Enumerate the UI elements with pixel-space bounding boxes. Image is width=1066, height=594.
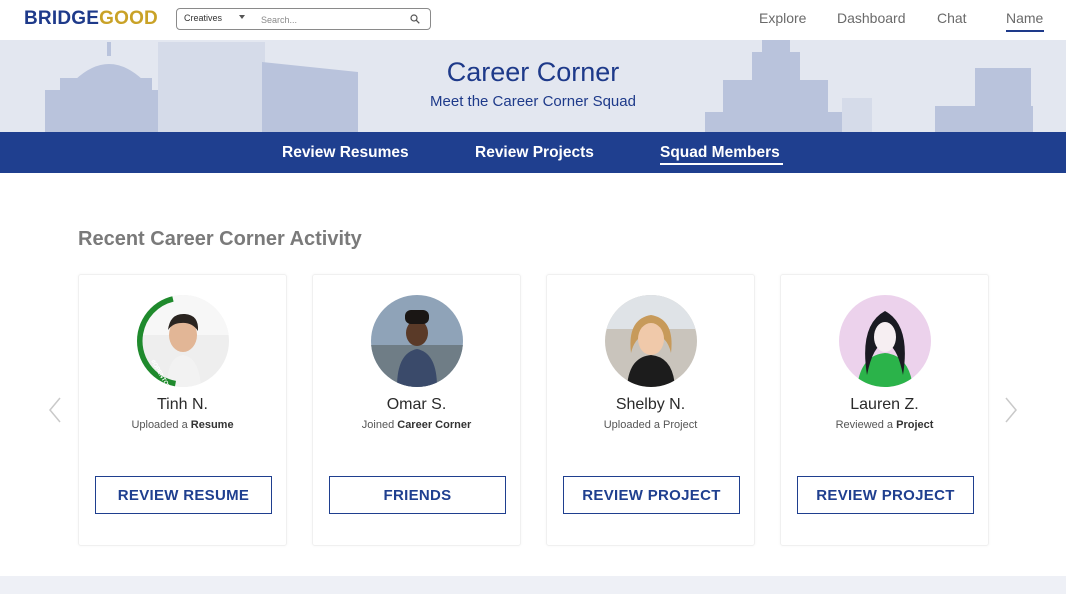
activity-target: Career Corner	[397, 419, 472, 431]
bridgegood-logo[interactable]: BRIDGEGOOD	[24, 8, 158, 30]
search-input[interactable]	[261, 12, 401, 27]
review-project-button[interactable]: REVIEW PROJECT	[797, 476, 974, 514]
hero-title: Career Corner	[446, 57, 620, 87]
hero-banner: Career Corner Meet the Career Corner Squ…	[0, 40, 1066, 132]
section-title: Recent Career Corner Activity	[78, 228, 362, 250]
review-project-button[interactable]: REVIEW PROJECT	[563, 476, 740, 514]
activity-text: Reviewed a	[835, 419, 897, 431]
activity-card: Shelby N. Uploaded a Project REVIEW PROJ…	[546, 274, 755, 546]
activity-card: #OPENTOWORK Tinh N. Uploaded a Resume RE…	[78, 274, 287, 546]
member-name: Lauren Z.	[850, 396, 919, 413]
avatar[interactable]	[839, 295, 931, 387]
nav-dashboard[interactable]: Dashboard	[837, 10, 906, 26]
member-activity: Uploaded a Resume	[79, 419, 286, 431]
friends-button[interactable]: FRIENDS	[329, 476, 506, 514]
footer-band	[0, 576, 1066, 594]
member-name: Shelby N.	[615, 396, 686, 413]
member-activity: Reviewed a Project	[781, 419, 988, 431]
member-activity: Joined Career Corner	[313, 419, 520, 431]
chevron-left-icon[interactable]	[48, 396, 62, 424]
avatar[interactable]: #OPENTOWORK	[137, 295, 229, 387]
section-tabs: Review Resumes Review Projects Squad Mem…	[0, 132, 1066, 173]
tab-review-resumes[interactable]: Review Resumes	[282, 144, 409, 162]
activity-target: Resume	[190, 419, 234, 431]
hero-subtitle: Meet the Career Corner Squad	[430, 93, 636, 110]
member-name: Omar S.	[386, 396, 447, 413]
activity-text: Uploaded a Project	[603, 419, 698, 431]
caret-down-icon[interactable]	[239, 15, 245, 19]
nav-name[interactable]: Name	[1006, 10, 1043, 26]
activity-text: Joined	[361, 419, 398, 431]
activity-target: Project	[896, 419, 934, 431]
search-category-select[interactable]: Creatives	[184, 13, 222, 23]
nav-active-underline	[1006, 30, 1044, 32]
logo-part-good: GOOD	[99, 8, 158, 29]
avatar[interactable]	[371, 295, 463, 387]
nav-chat[interactable]: Chat	[937, 10, 967, 26]
avatar[interactable]	[605, 295, 697, 387]
tab-squad-members[interactable]: Squad Members	[660, 144, 780, 162]
nav-explore[interactable]: Explore	[759, 10, 806, 26]
search-icon[interactable]	[410, 14, 420, 24]
activity-card: Lauren Z. Reviewed a Project REVIEW PROJ…	[780, 274, 989, 546]
review-resume-button[interactable]: REVIEW RESUME	[95, 476, 272, 514]
member-activity: Uploaded a Project	[547, 419, 754, 431]
activity-card: Omar S. Joined Career Corner FRIENDS	[312, 274, 521, 546]
tab-active-underline	[660, 163, 783, 165]
search-bar: Creatives	[176, 8, 431, 30]
logo-part-bridge: BRIDGE	[24, 8, 100, 29]
chevron-right-icon[interactable]	[1004, 396, 1018, 424]
member-name: Tinh N.	[157, 396, 208, 413]
activity-text: Uploaded a	[131, 419, 191, 431]
top-navbar: BRIDGEGOOD Creatives Explore Dashboard C…	[0, 0, 1066, 40]
tab-review-projects[interactable]: Review Projects	[475, 144, 594, 162]
